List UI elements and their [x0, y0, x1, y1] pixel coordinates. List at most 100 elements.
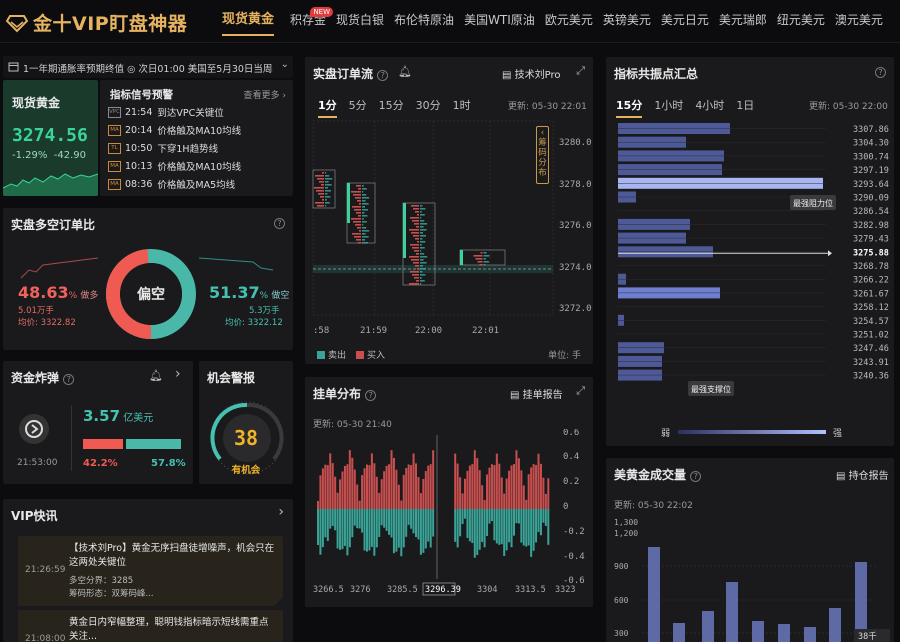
longshort-donut: 偏空	[106, 249, 196, 339]
pending-title-wrap: 挂单分布 ?	[313, 385, 377, 402]
expand-icon[interactable]: ⤢	[576, 64, 585, 78]
bid-bar	[432, 450, 435, 509]
nav-tab[interactable]: 美元瑞郎	[714, 0, 772, 43]
pending-report-button[interactable]: ▤ 挂单报告	[510, 386, 563, 401]
x-tick-label: 3285.5	[387, 585, 418, 595]
signal-item[interactable]: TL 10:50 下穿1H趋势线	[108, 141, 218, 155]
vip-news-item[interactable]: 21:08:00 黄金日内窄幅整理，聪明钱指标暗示短线需重点关注...	[18, 610, 283, 642]
footprint-sell-bar	[420, 274, 426, 276]
nav-tab[interactable]: 纽元美元	[772, 0, 830, 43]
nav-tab[interactable]: 布伦特原油	[389, 0, 459, 43]
orderflow-title: 实盘订单流	[313, 67, 374, 81]
short-pct-sign: %	[259, 291, 269, 301]
expand-icon[interactable]: ⤢	[576, 384, 585, 398]
quote-card[interactable]: 现货黄金 3274.56 -1.29% -42.90	[3, 80, 98, 196]
help-icon[interactable]: ?	[875, 67, 886, 78]
bid-bar	[542, 477, 545, 509]
tech-pro-button[interactable]: ▤ 技术刘Pro	[502, 66, 561, 81]
bid-bar	[405, 468, 408, 509]
ask-bar	[532, 509, 535, 551]
timeframe-tab[interactable]: 4小时	[695, 97, 724, 118]
footprint-sell-bar	[420, 250, 422, 252]
timeframe-tab[interactable]: 1日	[736, 97, 754, 118]
footprint-buy-bar	[479, 264, 483, 266]
footprint-sell-bar	[420, 211, 422, 213]
footprint-buy-bar	[409, 229, 419, 231]
footprint-buy-bar	[417, 241, 419, 243]
signal-item[interactable]: MA 20:14 价格触及MA10均线	[108, 123, 241, 137]
bid-bar	[522, 485, 525, 509]
nav-tab[interactable]: 欧元美元	[540, 0, 598, 43]
bell-icon[interactable]: 🔔︎	[149, 369, 163, 382]
bell-icon[interactable]: 🔔︎	[398, 65, 412, 78]
nav-tab[interactable]: 积存金 NEW	[285, 0, 334, 43]
ask-bar	[464, 509, 466, 519]
candle-body	[347, 183, 350, 223]
ask-bar	[424, 509, 427, 549]
resonance-title: 指标共振点汇总	[614, 67, 699, 81]
vip-news-item[interactable]: 21:26:59 【技术刘Pro】黄金无序扫盘徒增噪声，机会只在这两处关键位 多…	[18, 536, 283, 606]
chip-distribution-tab[interactable]: ‹ 筹码分布	[536, 126, 549, 184]
ask-bar	[402, 509, 405, 548]
footprint-buy-bar	[322, 199, 324, 201]
help-icon[interactable]: ?	[377, 70, 389, 81]
nav-tab[interactable]: 澳元美元	[830, 0, 888, 43]
ask-bar	[370, 509, 373, 547]
timeframe-tab[interactable]: 1小时	[654, 97, 683, 118]
ask-bar	[432, 509, 435, 537]
level-label: 3297.19	[853, 166, 889, 176]
nav-tab[interactable]: 现货黄金	[217, 0, 279, 43]
event-ticker[interactable]: 1一年期通胀率预期终值 ◎ 次日01:00 美国至5月30日当周石 ⌄	[3, 56, 293, 78]
y-tick-label: 600	[614, 596, 629, 605]
bid-bar	[547, 478, 550, 509]
level-label: 3282.98	[853, 221, 889, 231]
help-icon[interactable]: ?	[63, 374, 75, 385]
bid-bar	[388, 464, 391, 509]
footprint-buy-bar	[416, 280, 419, 282]
nav-tab[interactable]: 美国WTI原油	[459, 0, 540, 43]
app-logo[interactable]: 金十VIP盯盘神器	[6, 9, 187, 36]
ask-bar	[476, 509, 479, 555]
position-report-button[interactable]: ▤ 持仓报告	[836, 467, 889, 482]
timeframe-tab[interactable]: 15分	[616, 97, 643, 118]
ask-bar	[321, 509, 324, 548]
ask-bar	[363, 509, 366, 551]
footprint-sell-bar	[420, 205, 423, 207]
chevron-down-icon[interactable]: ⌄	[281, 59, 289, 70]
chevron-right-icon[interactable]: ›	[175, 366, 181, 382]
help-icon[interactable]: ?	[690, 471, 702, 482]
chevron-right-icon[interactable]: ›	[278, 504, 284, 520]
footprint-buy-bar	[315, 202, 324, 204]
doc-icon: ▤	[510, 390, 520, 401]
footprint-buy-bar	[355, 224, 361, 226]
footprint-sell-bar	[420, 280, 425, 282]
opportunity-alert-panel[interactable]: 机会警报 38 有机会	[199, 361, 293, 484]
signals-more-link[interactable]: 查看更多 ›	[244, 88, 286, 101]
ask-bar	[317, 509, 319, 545]
bid-bar	[363, 468, 366, 509]
signal-item[interactable]: VPC 21:54 到达VPC关键位	[108, 105, 224, 119]
x-tick-label: 3266.5	[313, 585, 344, 595]
footprint-buy-bar	[319, 181, 324, 183]
orderflow-unit: 单位: 手	[548, 351, 581, 361]
bid-bar	[395, 469, 398, 509]
signal-item[interactable]: MA 10:13 价格触及MA10均线	[108, 159, 241, 173]
bid-bar	[321, 468, 324, 509]
signal-item[interactable]: MA 08:36 价格触及MA5均线	[108, 177, 235, 191]
signal-text: 到达VPC关键位	[157, 108, 224, 119]
footprint-buy-bar	[352, 206, 361, 208]
money-bomb-panel: 资金炸弹 ? 🔔︎ › 21:53:00 3.57 亿美元 42.2% 57.8…	[3, 361, 193, 484]
signals-panel: 指标信号预警 查看更多 › VPC 21:54 到达VPC关键位 MA 20:14 价格触…	[100, 80, 293, 196]
nav-tab[interactable]: 美元日元	[656, 0, 714, 43]
vip-item-line1: 多空分界：3285	[69, 576, 134, 586]
y-tick-label: 0.2	[563, 477, 579, 487]
ask-bar	[356, 509, 359, 529]
bid-bar	[378, 492, 381, 509]
footprint-sell-bar	[362, 200, 366, 202]
bid-bar	[424, 471, 427, 509]
help-icon[interactable]: ?	[365, 390, 377, 401]
nav-tab[interactable]: 英镑美元	[598, 0, 656, 43]
nav-tab[interactable]: 现货白银	[331, 0, 389, 43]
bid-bar	[407, 464, 410, 509]
footprint-buy-bar	[415, 211, 419, 213]
